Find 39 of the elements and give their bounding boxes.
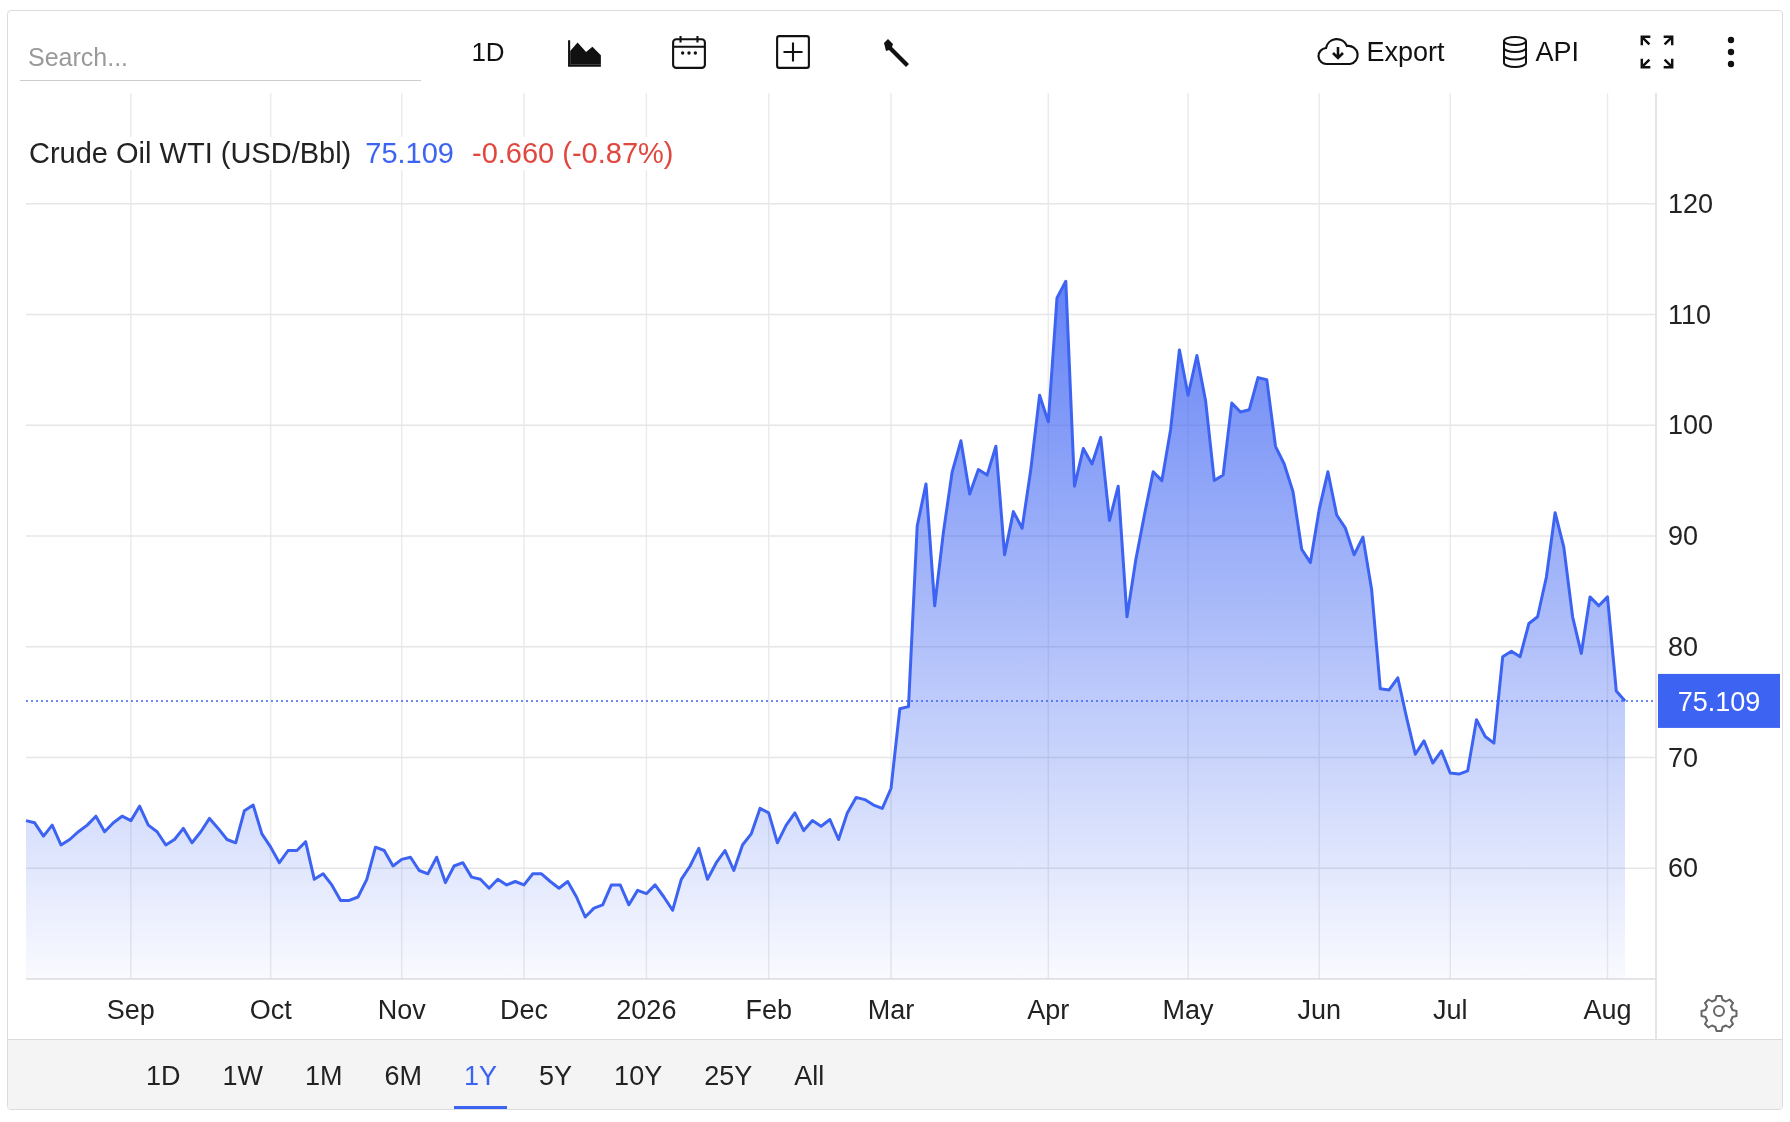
chart-title: Crude Oil WTI (USD/Bbl) bbox=[29, 137, 352, 170]
range-tab[interactable]: 6M bbox=[374, 1040, 433, 1109]
export-button[interactable]: Export bbox=[1316, 30, 1445, 74]
price-value: 75.109 bbox=[365, 137, 454, 170]
range-tab[interactable]: 1D bbox=[136, 1040, 191, 1109]
axis-label: Dec bbox=[500, 995, 549, 1025]
range-tab[interactable]: 1Y bbox=[454, 1040, 508, 1109]
axis-label: 2026 bbox=[616, 995, 677, 1025]
axis-label: Apr bbox=[1027, 995, 1070, 1025]
range-tab[interactable]: 10Y bbox=[604, 1040, 673, 1109]
axis-label: May bbox=[1162, 995, 1214, 1025]
search-field[interactable]: Search... bbox=[20, 37, 421, 81]
database-icon bbox=[1501, 35, 1530, 69]
cloud-download-icon bbox=[1316, 37, 1361, 67]
price-tag: 75.109 bbox=[1658, 673, 1780, 728]
axis-label: Nov bbox=[377, 995, 426, 1025]
axis-label: 90 bbox=[1668, 521, 1699, 551]
axis-label: 110 bbox=[1668, 299, 1712, 330]
interval-button[interactable]: 1D bbox=[463, 32, 513, 72]
range-tab[interactable]: 1W bbox=[212, 1040, 273, 1109]
api-button[interactable]: API bbox=[1501, 30, 1579, 74]
axis-label: 70 bbox=[1668, 742, 1699, 773]
axis-label: 120 bbox=[1668, 188, 1714, 219]
range-tab[interactable]: 25Y bbox=[694, 1040, 763, 1109]
axis-label: Jul bbox=[1433, 995, 1468, 1025]
axis-label: 80 bbox=[1668, 631, 1699, 662]
axis-label: 60 bbox=[1668, 853, 1699, 884]
range-tab[interactable]: 1M bbox=[295, 1040, 353, 1109]
axis-label: Sep bbox=[106, 995, 155, 1025]
axis-label: 100 bbox=[1668, 410, 1714, 441]
settings-icon bbox=[1700, 995, 1738, 1032]
price-change: -0.660 (-0.87%) bbox=[471, 137, 674, 170]
axis-label: Oct bbox=[249, 995, 292, 1025]
axis-label: Mar bbox=[867, 995, 915, 1025]
axis-label: Jun bbox=[1297, 995, 1341, 1025]
range-tab[interactable]: All bbox=[784, 1040, 835, 1109]
range-tab[interactable]: 5Y bbox=[529, 1040, 583, 1109]
axis-label: Aug bbox=[1583, 995, 1632, 1025]
axis-label: Feb bbox=[745, 995, 792, 1025]
